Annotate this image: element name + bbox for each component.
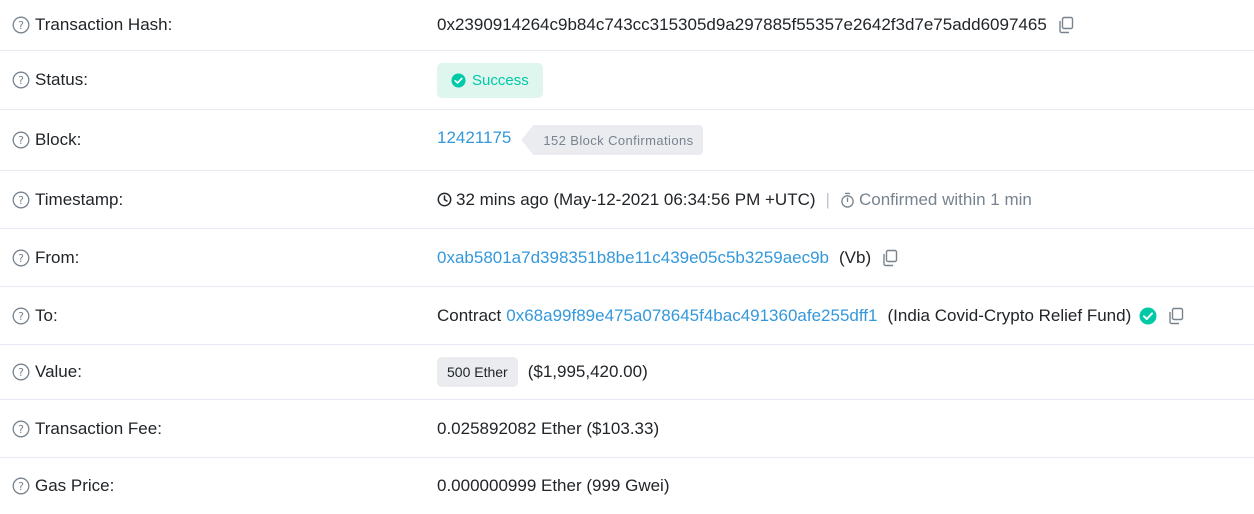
- question-circle-icon[interactable]: ?: [12, 420, 30, 438]
- svg-text:?: ?: [18, 74, 24, 87]
- svg-text:?: ?: [18, 194, 24, 207]
- question-circle-icon[interactable]: ?: [12, 477, 30, 495]
- label-block: ? Block:: [12, 110, 81, 170]
- clock-icon: [437, 192, 452, 207]
- label-text: Timestamp:: [35, 189, 124, 209]
- status-badge: Success: [437, 62, 543, 98]
- transaction-fee-text: 0.025892082 Ether ($103.33): [437, 418, 660, 438]
- timestamp-text: 32 mins ago (May-12-2021 06:34:56 PM +UT…: [456, 189, 816, 209]
- question-circle-icon[interactable]: ?: [12, 16, 30, 34]
- status-text: Success: [472, 71, 529, 89]
- label-text: From:: [35, 247, 80, 267]
- label-text: Transaction Fee:: [35, 418, 162, 438]
- value-timestamp: 32 mins ago (May-12-2021 06:34:56 PM +UT…: [437, 171, 1254, 228]
- label-transaction-hash: ? Transaction Hash:: [12, 0, 172, 50]
- confirmed-within-text: Confirmed within 1 min: [858, 189, 1032, 209]
- contract-prefix: Contract: [437, 305, 502, 325]
- question-circle-icon[interactable]: ?: [12, 249, 30, 267]
- separator: |: [825, 189, 830, 209]
- block-confirmations-badge: 152 Block Confirmations: [521, 125, 704, 155]
- label-text: Block:: [35, 130, 82, 149]
- copy-icon[interactable]: [881, 249, 899, 267]
- row-value: ? Value: 500 Ether ($1,995,420.00): [0, 345, 1254, 400]
- to-address-link[interactable]: 0x68a99f89e475a078645f4bac491360afe255df…: [506, 306, 877, 326]
- svg-text:?: ?: [18, 310, 24, 323]
- value-value: 500 Ether ($1,995,420.00): [437, 345, 1254, 399]
- label-from: ? From:: [12, 229, 79, 286]
- value-to: Contract 0x68a99f89e475a078645f4bac49136…: [437, 287, 1254, 344]
- question-circle-icon[interactable]: ?: [12, 363, 30, 381]
- transaction-hash-text[interactable]: 0x2390914264c9b84c743cc315305d9a297885f5…: [437, 15, 1047, 35]
- copy-icon[interactable]: [1167, 307, 1185, 325]
- label-status: ? Status:: [12, 51, 88, 109]
- question-circle-icon[interactable]: ?: [12, 191, 30, 209]
- ether-amount-badge: 500 Ether: [437, 357, 518, 387]
- svg-text:?: ?: [18, 423, 24, 436]
- stopwatch-icon: [840, 192, 855, 208]
- svg-text:?: ?: [18, 366, 24, 379]
- value-transaction-hash: 0x2390914264c9b84c743cc315305d9a297885f5…: [437, 0, 1254, 50]
- row-transaction-fee: ? Transaction Fee: 0.025892082 Ether ($1…: [0, 400, 1254, 458]
- label-text: To:: [35, 305, 58, 325]
- value-status: Success: [437, 51, 1254, 109]
- from-address-tag: (Vb): [839, 247, 872, 267]
- label-transaction-fee: ? Transaction Fee:: [12, 400, 162, 457]
- row-timestamp: ? Timestamp: 32 mins ago (May-12-2021 06…: [0, 171, 1254, 229]
- svg-text:?: ?: [18, 19, 24, 32]
- value-from: 0xab5801a7d398351b8be11c439e05c5b3259aec…: [437, 229, 1254, 286]
- copy-icon[interactable]: [1057, 16, 1075, 34]
- question-circle-icon[interactable]: ?: [12, 71, 30, 89]
- svg-text:?: ?: [18, 134, 24, 147]
- label-value: ? Value:: [12, 345, 82, 399]
- row-block: ? Block: 12421175 152 Block Confirmation…: [0, 110, 1254, 171]
- label-timestamp: ? Timestamp:: [12, 171, 123, 228]
- row-status: ? Status: Success: [0, 51, 1254, 110]
- verified-check-icon: [1139, 307, 1157, 325]
- check-circle-icon: [451, 72, 466, 88]
- transaction-details: ? Transaction Hash: 0x2390914264c9b84c74…: [0, 0, 1254, 514]
- from-address-link[interactable]: 0xab5801a7d398351b8be11c439e05c5b3259aec…: [437, 248, 829, 268]
- label-text: Status:: [35, 70, 88, 89]
- value-block: 12421175 152 Block Confirmations: [437, 110, 1254, 170]
- question-circle-icon[interactable]: ?: [12, 307, 30, 325]
- row-from: ? From: 0xab5801a7d398351b8be11c439e05c5…: [0, 229, 1254, 287]
- svg-text:?: ?: [18, 252, 24, 265]
- row-to: ? To: Contract 0x68a99f89e475a078645f4ba…: [0, 287, 1254, 345]
- row-transaction-hash: ? Transaction Hash: 0x2390914264c9b84c74…: [0, 0, 1254, 51]
- block-number-link[interactable]: 12421175: [437, 128, 511, 148]
- question-circle-icon[interactable]: ?: [12, 131, 30, 149]
- label-to: ? To:: [12, 287, 58, 344]
- to-address-tag: (India Covid-Crypto Relief Fund): [887, 305, 1132, 325]
- label-text: Transaction Hash:: [35, 15, 173, 34]
- gas-price-text: 0.000000999 Ether (999 Gwei): [437, 476, 670, 495]
- value-transaction-fee: 0.025892082 Ether ($103.33): [437, 400, 1254, 457]
- label-text: Value:: [35, 362, 82, 381]
- label-text: Gas Price:: [35, 476, 115, 495]
- usd-value-text: ($1,995,420.00): [527, 362, 648, 381]
- svg-text:?: ?: [18, 480, 24, 493]
